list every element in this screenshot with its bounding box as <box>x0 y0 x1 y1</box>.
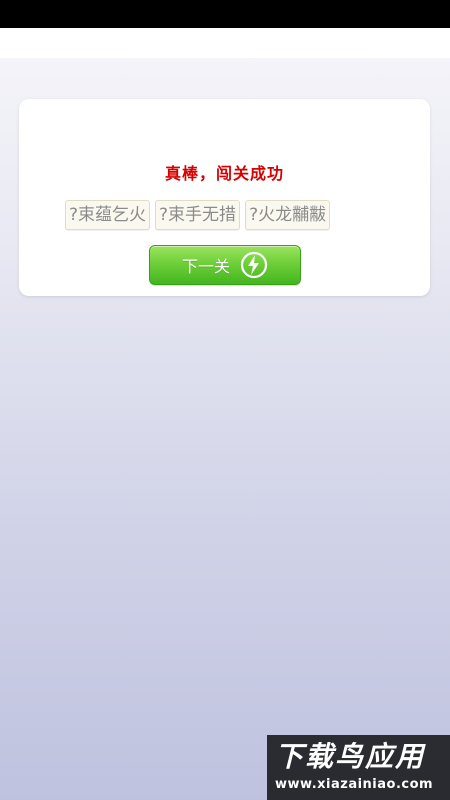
idiom-chip-2[interactable]: ?束手无措 <box>155 200 241 230</box>
status-bar <box>0 0 450 28</box>
idiom-list: ?束蕴乞火 ?束手无措 ?火龙黼黻 <box>65 200 331 230</box>
idiom-chip-3[interactable]: ?火龙黼黻 <box>245 200 331 230</box>
watermark-url: www.xiazainiao.com <box>275 777 434 792</box>
bolt-icon <box>240 251 268 279</box>
result-card: 真棒，闯关成功 ?束蕴乞火 ?束手无措 ?火龙黼黻 下一关 <box>19 99 430 296</box>
success-message: 真棒，闯关成功 <box>164 164 284 183</box>
watermark: 下载鸟应用 www.xiazainiao.com <box>267 735 450 800</box>
watermark-title: 下载鸟应用 <box>275 740 426 773</box>
idiom-chip-1[interactable]: ?束蕴乞火 <box>65 200 151 230</box>
top-banner-area <box>0 28 450 58</box>
next-level-button[interactable]: 下一关 <box>149 245 301 285</box>
next-level-label: 下一关 <box>181 257 230 276</box>
